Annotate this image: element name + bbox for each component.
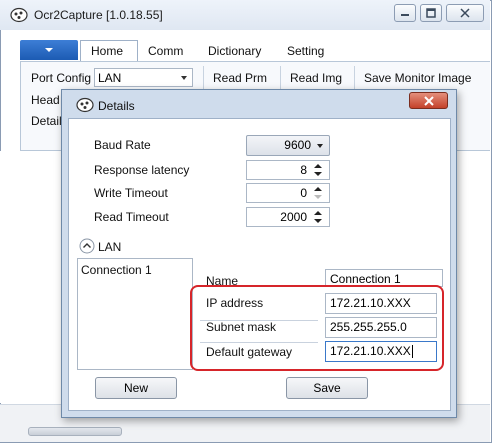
read-img-button[interactable]: Read Img [290, 71, 342, 85]
name-value: Connection 1 [330, 272, 401, 286]
save-monitor-image-button[interactable]: Save Monitor Image [364, 71, 471, 85]
baud-rate-value: 9600 [284, 138, 311, 152]
tab-comm[interactable]: Comm [148, 44, 183, 58]
spinner-arrows-icon[interactable] [313, 185, 323, 201]
response-latency-value: 8 [300, 163, 307, 177]
write-timeout-label: Write Timeout [94, 186, 168, 200]
list-item[interactable]: Connection 1 [81, 263, 152, 277]
port-config-value: LAN [98, 71, 122, 85]
tab-home[interactable]: Home [91, 44, 123, 58]
chevron-down-icon [181, 76, 187, 80]
read-prm-button[interactable]: Read Prm [213, 71, 267, 85]
highlight-box [190, 285, 444, 371]
app-icon [10, 7, 28, 23]
baud-rate-select[interactable]: 9600 [246, 135, 330, 156]
port-config-select[interactable]: LAN [94, 68, 193, 87]
write-timeout-stepper[interactable]: 0 [246, 183, 330, 203]
new-connection-button[interactable]: New [95, 377, 177, 399]
minimize-icon [401, 14, 409, 16]
response-latency-label: Response latency [94, 163, 190, 177]
window-close-button[interactable] [446, 4, 484, 22]
baud-rate-label: Baud Rate [94, 138, 151, 152]
read-timeout-label: Read Timeout [94, 210, 169, 224]
file-menu-button[interactable] [20, 40, 78, 60]
horizontal-scrollbar[interactable] [28, 427, 122, 436]
window-title: Ocr2Capture [1.0.18.55] [34, 8, 163, 22]
tab-dictionary[interactable]: Dictionary [208, 44, 261, 58]
close-icon [423, 95, 434, 106]
spinner-arrows-icon[interactable] [313, 209, 323, 225]
lan-section-label: LAN [98, 240, 122, 254]
close-icon [460, 8, 470, 18]
port-config-label: Port Config [31, 71, 92, 85]
chevron-down-icon [317, 144, 323, 148]
read-timeout-stepper[interactable]: 2000 [246, 207, 330, 227]
collapse-lan-button[interactable] [79, 238, 95, 254]
chevron-up-circle-icon [79, 238, 95, 254]
restore-button[interactable] [420, 4, 442, 22]
read-timeout-value: 2000 [280, 210, 307, 224]
dialog-title: Details [98, 99, 135, 113]
response-latency-stepper[interactable]: 8 [246, 160, 330, 180]
spinner-arrows-icon[interactable] [313, 162, 323, 178]
write-timeout-value: 0 [300, 186, 307, 200]
save-button[interactable]: Save [286, 377, 368, 399]
minimize-button[interactable] [394, 4, 416, 22]
tab-setting[interactable]: Setting [287, 44, 324, 58]
restore-icon [426, 8, 436, 18]
chevron-down-icon [45, 48, 53, 52]
dialog-app-icon [76, 97, 94, 113]
dialog-close-button[interactable] [409, 92, 448, 109]
